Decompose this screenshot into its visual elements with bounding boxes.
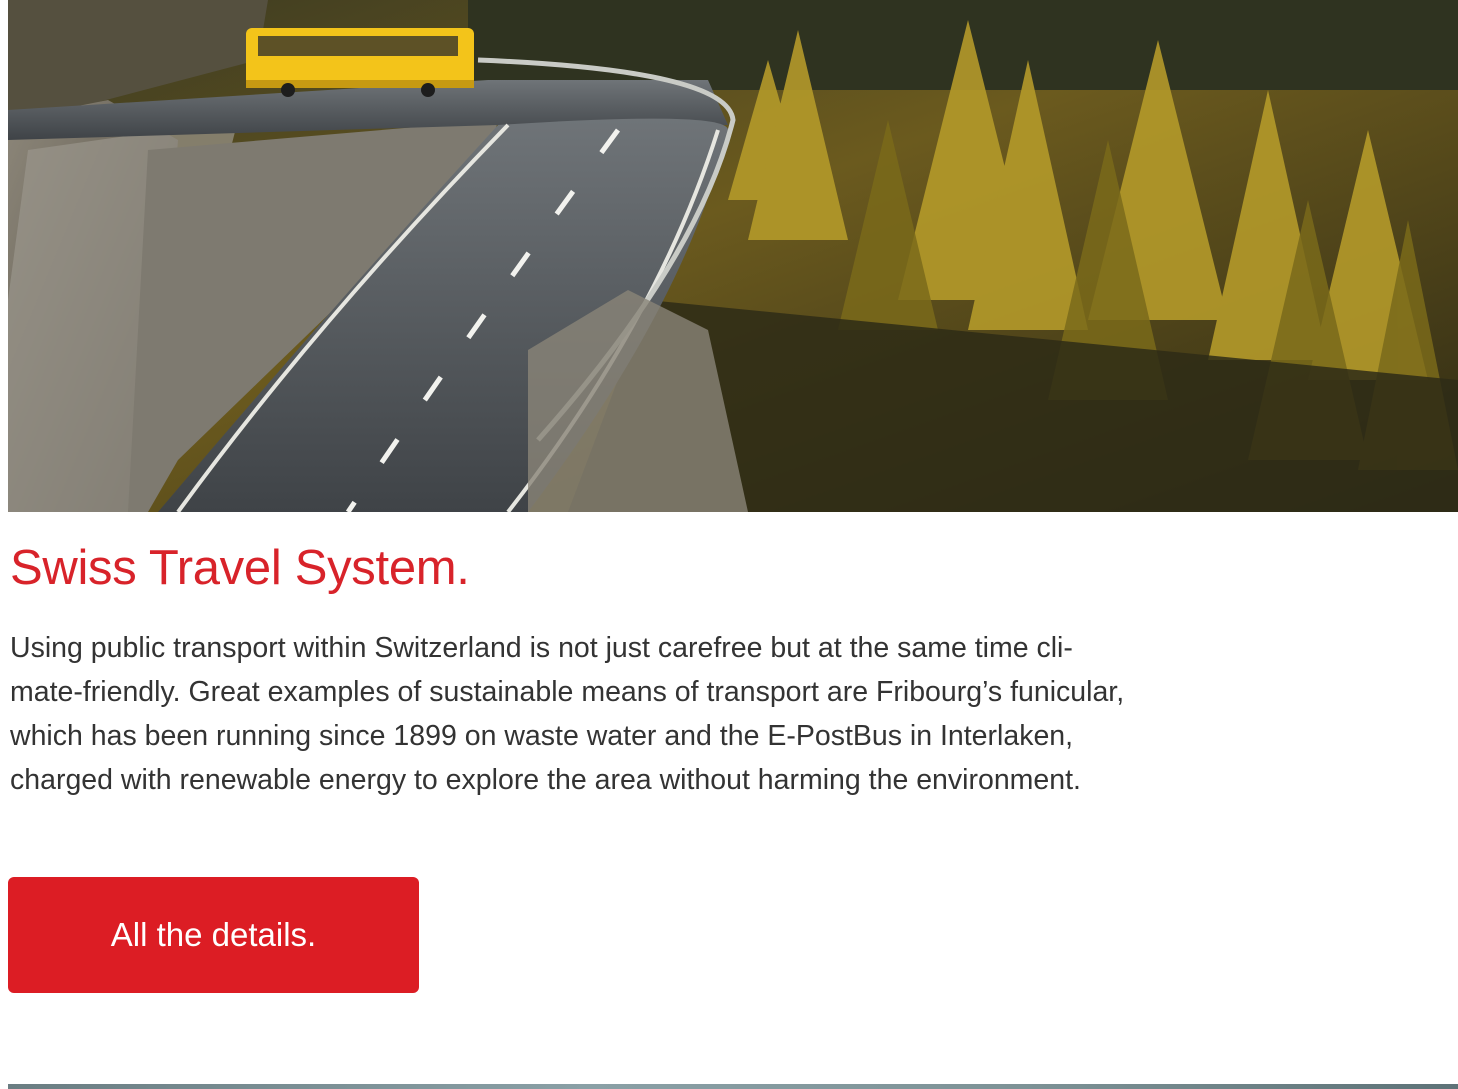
description-line: mate-friendly. Great examples of sustain… bbox=[10, 676, 1125, 708]
all-details-button[interactable]: All the details. bbox=[8, 877, 419, 993]
section-description: Using public transport within Switzerlan… bbox=[10, 626, 1456, 802]
description-line: Using public transport within Switzerlan… bbox=[10, 632, 1073, 664]
section-title: Swiss Travel System. bbox=[10, 541, 470, 595]
hero-image bbox=[8, 0, 1458, 512]
description-line: which has been running since 1899 on was… bbox=[10, 720, 1074, 752]
description-line: charged with renewable energy to explore… bbox=[10, 764, 1081, 796]
section-divider bbox=[8, 1084, 1458, 1089]
